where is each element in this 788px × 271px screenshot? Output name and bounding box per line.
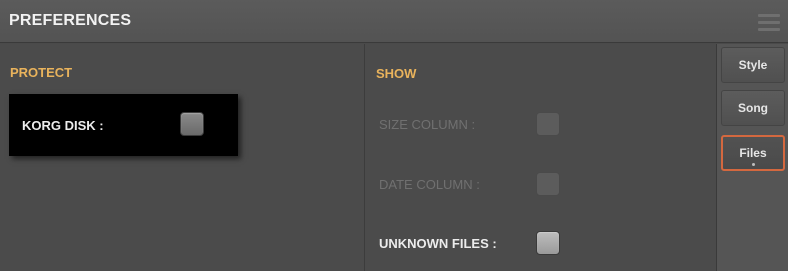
menu-icon-line [758,14,780,17]
date-column-label: DATE COLUMN : [379,177,480,192]
tab-files[interactable]: Files [721,135,785,171]
tab-song-label: Song [738,101,768,115]
protect-section-title: PROTECT [10,65,73,80]
korg-disk-label: KORG DISK : [22,118,104,133]
show-section-title: SHOW [376,66,417,81]
unknown-files-checkbox[interactable] [536,231,560,255]
date-column-checkbox[interactable] [536,172,560,196]
tab-song[interactable]: Song [721,90,785,126]
unknown-files-label: UNKNOWN FILES : [379,236,497,251]
title-bar: PREFERENCES [0,0,788,43]
tab-style[interactable]: Style [721,47,785,83]
korg-disk-row: KORG DISK : [9,94,238,156]
tab-files-label: Files [739,146,767,160]
tab-style-label: Style [738,58,768,72]
menu-icon-line [758,21,780,24]
hamburger-menu-icon[interactable] [758,14,780,31]
page-title: PREFERENCES [9,12,132,29]
size-column-label: SIZE COLUMN : [379,117,476,132]
preferences-content [0,44,716,271]
menu-icon-line [758,28,780,31]
size-column-checkbox[interactable] [536,112,560,136]
section-divider [364,44,365,271]
korg-disk-checkbox[interactable] [180,112,204,136]
active-tab-indicator [752,163,755,166]
